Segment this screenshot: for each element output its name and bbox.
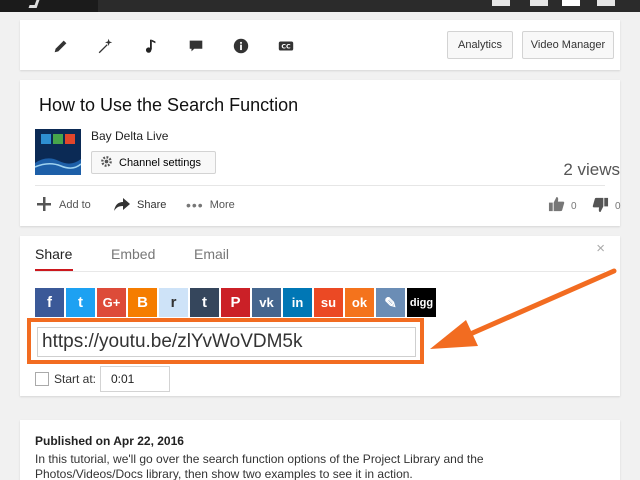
linkedin-icon[interactable]: in: [283, 288, 312, 317]
settings-icon[interactable]: [492, 0, 510, 6]
tab-email[interactable]: Email: [194, 246, 229, 262]
twitter-icon[interactable]: t: [66, 288, 95, 317]
like-button[interactable]: 0: [548, 196, 577, 216]
gear-icon: [100, 155, 113, 171]
start-at-label: Start at:: [54, 372, 97, 386]
video-manager-button[interactable]: Video Manager: [522, 31, 614, 59]
video-player-controls: [0, 0, 640, 12]
dislike-button[interactable]: 0: [592, 196, 621, 216]
blogger-icon[interactable]: B: [128, 288, 157, 317]
share-button[interactable]: Share: [113, 194, 166, 216]
pencil-icon[interactable]: [51, 36, 71, 56]
share-panel: Share Embed Email × f t G+ Br t Pvk in su ok ✎ dig…: [20, 236, 620, 396]
pinterest-icon[interactable]: P: [221, 288, 250, 317]
description-line: Photos/Videos/Docs library, then show tw…: [35, 467, 413, 480]
theater-icon[interactable]: [530, 0, 548, 6]
odnoklassniki-icon[interactable]: ok: [345, 288, 374, 317]
tab-embed[interactable]: Embed: [111, 246, 155, 262]
start-at-checkbox[interactable]: [35, 372, 49, 386]
channel-settings-label: Channel settings: [119, 156, 201, 169]
tab-divider: [35, 271, 605, 272]
stumbleupon-icon[interactable]: su: [314, 288, 343, 317]
thumbs-down-icon: [592, 196, 609, 216]
like-count: 0: [571, 200, 577, 212]
fullscreen-icon[interactable]: [562, 0, 580, 6]
active-tab-indicator: [35, 269, 73, 271]
channel-name[interactable]: Bay Delta Live: [91, 129, 168, 143]
reddit-icon[interactable]: r: [159, 288, 188, 317]
more-dots-icon: •••: [186, 197, 204, 213]
video-title: How to Use the Search Function: [39, 95, 299, 115]
view-count-text: 2 views: [563, 160, 620, 179]
thumbs-up-icon: [548, 196, 565, 216]
add-to-label: Add to: [59, 199, 91, 211]
tumblr-icon[interactable]: t: [190, 288, 219, 317]
expand-icon[interactable]: [597, 0, 615, 6]
svg-text:CC: CC: [281, 44, 291, 51]
published-date: Published on Apr 22, 2016: [35, 434, 184, 448]
more-label: More: [209, 199, 235, 211]
description-text: In this tutorial, we'll go over the sear…: [35, 452, 595, 480]
url-highlight-box: [27, 318, 424, 364]
dislike-count: 0: [615, 200, 621, 212]
analytics-button[interactable]: Analytics: [447, 31, 513, 59]
progress-bar[interactable]: [98, 0, 640, 12]
comment-icon[interactable]: [186, 36, 206, 56]
google-plus-icon[interactable]: G+: [97, 288, 126, 317]
vk-icon[interactable]: vk: [252, 288, 281, 317]
play-icon[interactable]: [28, 0, 40, 8]
video-info-card: How to Use the Search Function Bay Delta…: [20, 80, 621, 226]
facebook-icon[interactable]: f: [35, 288, 64, 317]
more-button[interactable]: ••• More: [186, 194, 235, 216]
plus-icon: [35, 195, 53, 216]
view-count: 2 views: [500, 160, 620, 180]
channel-avatar[interactable]: [35, 129, 81, 175]
magic-wand-icon[interactable]: [95, 36, 115, 56]
info-icon[interactable]: [231, 36, 251, 56]
livejournal-icon[interactable]: ✎: [376, 288, 405, 317]
description-line: In this tutorial, we'll go over the sear…: [35, 452, 484, 466]
add-to-button[interactable]: Add to: [35, 194, 91, 216]
digg-icon[interactable]: digg: [407, 288, 436, 317]
channel-settings-button[interactable]: Channel settings: [91, 151, 216, 174]
start-at-time-input[interactable]: 0:01: [100, 366, 170, 392]
close-icon[interactable]: ×: [596, 240, 605, 257]
tab-share[interactable]: Share: [35, 246, 72, 262]
share-arrow-icon: [113, 195, 131, 216]
description-card: Published on Apr 22, 2016 In this tutori…: [20, 420, 620, 480]
cc-icon[interactable]: CC: [276, 36, 296, 56]
divider: [35, 185, 605, 186]
share-label: Share: [137, 199, 167, 211]
creator-toolbar: CC Analytics Video Manager: [20, 20, 620, 70]
music-note-icon[interactable]: [140, 36, 160, 56]
